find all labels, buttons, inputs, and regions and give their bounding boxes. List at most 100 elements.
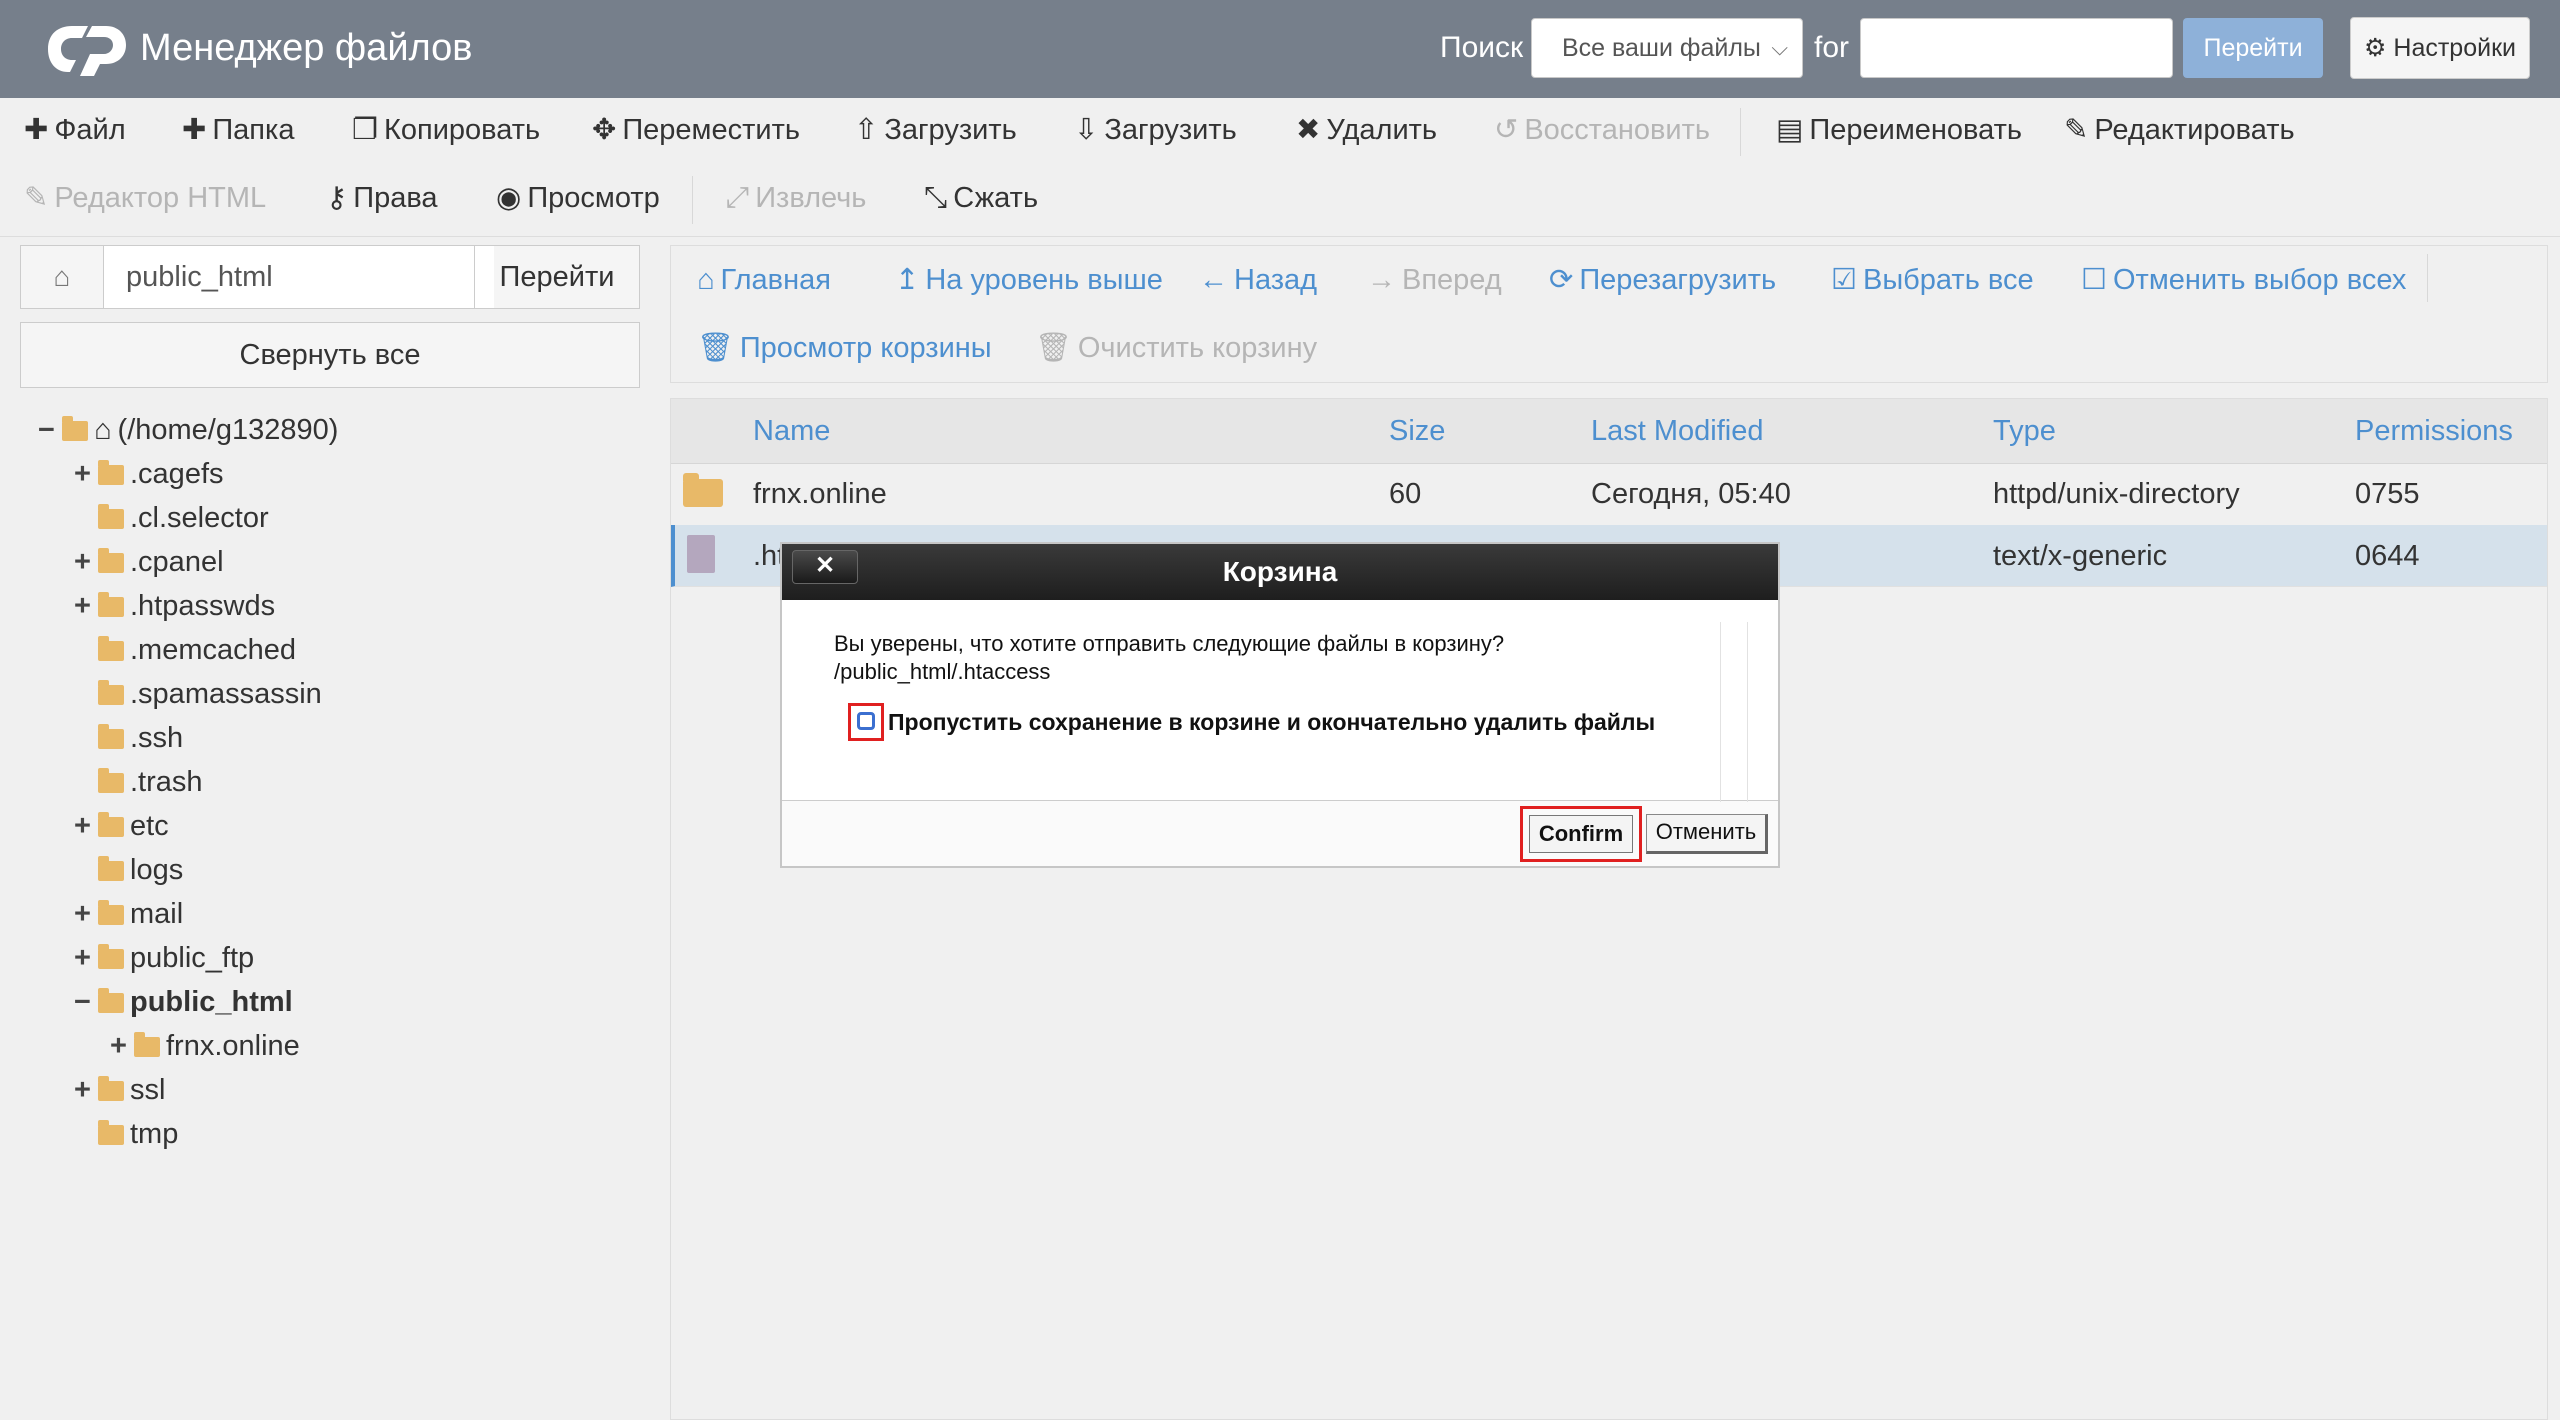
table-row[interactable]: frnx.online 60 Сегодня, 05:40 httpd/unix…: [671, 463, 2547, 526]
level-up-icon: ↥: [895, 264, 920, 296]
home-icon[interactable]: ⌂: [21, 246, 104, 308]
column-header-name[interactable]: Name: [753, 411, 830, 451]
compress-button[interactable]: ⤡ Сжать: [924, 178, 1038, 218]
tree-node[interactable]: + public_ftp: [74, 938, 254, 978]
tree-node-label: .cpanel: [130, 546, 224, 578]
tree-node[interactable]: .cl.selector: [74, 498, 269, 538]
home-button[interactable]: ⌂ Главная: [697, 260, 831, 300]
delete-button[interactable]: ✖ Удалить: [1296, 110, 1437, 150]
tree-node[interactable]: .memcached: [74, 630, 296, 670]
tree-node[interactable]: + .htpasswds: [74, 586, 275, 626]
download-label: Загрузить: [1104, 114, 1237, 146]
trash-icon: 🗑: [697, 332, 734, 364]
collapse-toggle-icon[interactable]: −: [74, 982, 96, 1022]
tree-node[interactable]: tmp: [74, 1114, 178, 1154]
chevron-down-icon: ⌵: [1771, 35, 1788, 60]
search-go-button[interactable]: Перейти: [2183, 18, 2323, 78]
tree-node[interactable]: .spamassassin: [74, 674, 322, 714]
tree-node-label: .cl.selector: [130, 502, 269, 534]
collapse-all-button[interactable]: Свернуть все: [20, 322, 640, 388]
toolbar-divider: [692, 176, 693, 224]
tree-node-label: .cagefs: [130, 458, 224, 490]
tree-node-label: etc: [130, 810, 169, 842]
copy-icon: ❐: [352, 114, 378, 146]
toolbar-divider: [1740, 108, 1741, 156]
folder-icon: [98, 1120, 124, 1145]
cell-permissions: 0644: [2355, 540, 2420, 572]
tree-node[interactable]: + frnx.online: [110, 1026, 300, 1066]
tree-node-label: logs: [130, 854, 184, 886]
table-header: Name Size Last Modified Type Permissions: [671, 399, 2547, 464]
restore-button[interactable]: ↺ Восстановить: [1494, 110, 1710, 150]
new-file-label: Файл: [54, 114, 126, 146]
rename-button[interactable]: ▤ Переименовать: [1776, 110, 2022, 150]
expand-toggle-icon[interactable]: +: [74, 894, 96, 934]
dialog-scrollbar[interactable]: [1720, 622, 1748, 802]
forward-button[interactable]: → Вперед: [1367, 260, 1502, 300]
tree-node[interactable]: + .cagefs: [74, 454, 224, 494]
tree-node-current[interactable]: − public_html: [74, 982, 293, 1022]
view-trash-button[interactable]: 🗑 Просмотр корзины: [697, 328, 992, 368]
rename-label: Переименовать: [1809, 114, 2023, 146]
tree-node[interactable]: .ssh: [74, 718, 183, 758]
select-all-button[interactable]: ☑ Выбрать все: [1831, 260, 2034, 300]
cancel-button[interactable]: Отменить: [1646, 814, 1768, 854]
tree-node[interactable]: logs: [74, 850, 183, 890]
folder-icon: [98, 768, 124, 793]
tree-node[interactable]: .trash: [74, 762, 203, 802]
search-scope-select[interactable]: Все ваши файлы ⌵: [1531, 18, 1803, 78]
new-file-button[interactable]: ✚ Файл: [24, 110, 126, 150]
permissions-button[interactable]: ⚷ Права: [326, 178, 438, 218]
file-icon: [687, 535, 715, 573]
new-folder-button[interactable]: ✚ Папка: [182, 110, 294, 150]
expand-toggle-icon[interactable]: +: [74, 938, 96, 978]
tree-node-label: .memcached: [130, 634, 297, 666]
column-header-size[interactable]: Size: [1389, 411, 1445, 451]
tree-node[interactable]: + mail: [74, 894, 183, 934]
folder-icon: [98, 592, 124, 617]
forward-label: Вперед: [1402, 264, 1502, 296]
expand-toggle-icon[interactable]: +: [110, 1026, 132, 1066]
expand-toggle-icon[interactable]: +: [74, 542, 96, 582]
up-level-button[interactable]: ↥ На уровень выше: [895, 260, 1163, 300]
upload-button[interactable]: ⇧ Загрузить: [854, 110, 1017, 150]
path-input[interactable]: public_html: [104, 246, 494, 308]
download-button[interactable]: ⇩ Загрузить: [1074, 110, 1237, 150]
column-header-modified[interactable]: Last Modified: [1591, 411, 1764, 451]
html-editor-button[interactable]: ✎ Редактор HTML: [24, 178, 266, 218]
expand-toggle-icon[interactable]: +: [74, 454, 96, 494]
confirm-button[interactable]: Confirm: [1529, 815, 1633, 853]
view-button[interactable]: ◉ Просмотр: [496, 178, 660, 218]
extract-button[interactable]: ⤢ Извлечь: [726, 178, 866, 218]
close-icon[interactable]: ✕: [792, 550, 858, 584]
file-icon: ▤: [1776, 114, 1804, 146]
compress-icon: ⤡: [924, 182, 948, 214]
settings-button[interactable]: ⚙ Настройки: [2350, 17, 2530, 79]
tree-node[interactable]: + .cpanel: [74, 542, 224, 582]
expand-toggle-icon[interactable]: +: [74, 806, 96, 846]
dialog-title: Корзина: [1222, 556, 1338, 587]
move-button[interactable]: ✥ Переместить: [592, 110, 800, 150]
tree-node[interactable]: + etc: [74, 806, 169, 846]
reload-button[interactable]: ⟳ Перезагрузить: [1549, 260, 1776, 300]
tree-node-home[interactable]: − ⌂ (/home/g132890): [38, 410, 338, 450]
edit-button[interactable]: ✎ Редактировать: [2064, 110, 2295, 150]
tree-node[interactable]: + ssl: [74, 1070, 165, 1110]
column-header-permissions[interactable]: Permissions: [2355, 411, 2513, 451]
new-folder-label: Папка: [212, 114, 295, 146]
copy-button[interactable]: ❐ Копировать: [352, 110, 540, 150]
path-bar: ⌂ public_html Перейти: [20, 245, 640, 309]
checkbox-checked-icon: ☑: [1831, 264, 1857, 296]
skip-trash-checkbox[interactable]: [857, 712, 875, 730]
search-input[interactable]: [1860, 18, 2173, 78]
expand-toggle-icon[interactable]: +: [74, 1070, 96, 1110]
expand-toggle-icon[interactable]: +: [74, 586, 96, 626]
collapse-toggle-icon[interactable]: −: [38, 410, 60, 450]
column-header-type[interactable]: Type: [1993, 411, 2056, 451]
empty-trash-button[interactable]: 🗑 Очистить корзину: [1035, 328, 1317, 368]
back-button[interactable]: ← Назад: [1199, 260, 1317, 300]
home-icon: ⌂: [697, 264, 715, 296]
path-go-button[interactable]: Перейти: [474, 246, 639, 308]
deselect-all-button[interactable]: ☐ Отменить выбор всех: [2081, 260, 2406, 300]
skip-trash-label[interactable]: Пропустить сохранение в корзине и оконча…: [888, 708, 1655, 736]
